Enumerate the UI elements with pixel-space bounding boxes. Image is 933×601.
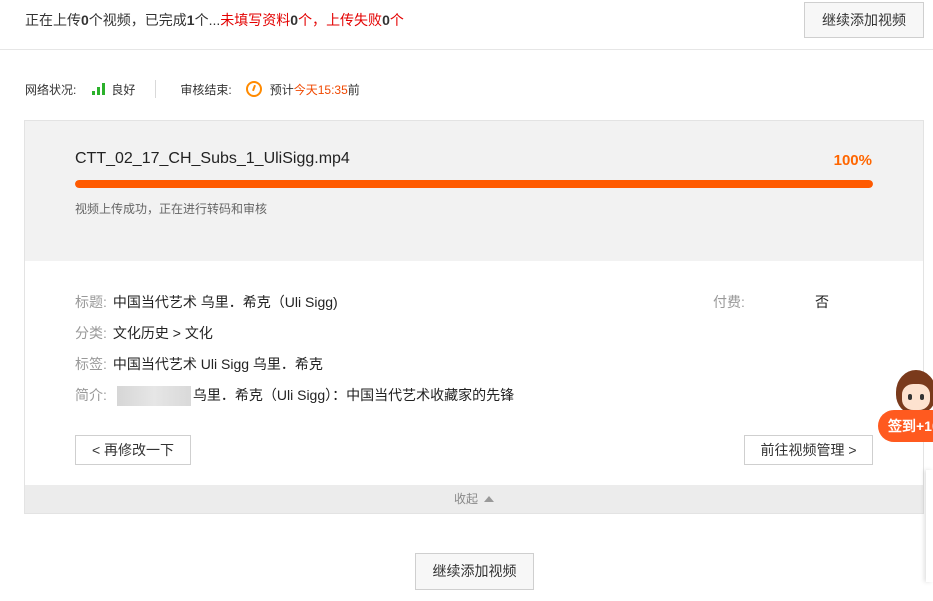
upload-card: CTT_02_17_CH_Subs_1_UliSigg.mp4 100% 视频上… <box>24 120 924 514</box>
network-value: 良好 <box>111 82 136 97</box>
network-status-row: 网络状况: 良好 审核结束: 预计 今天15:35 前 <box>25 79 360 99</box>
add-video-button-top[interactable]: 继续添加视频 <box>804 2 924 38</box>
progress-fill <box>75 180 873 188</box>
tags-value: 中国当代艺术 Uli Sigg 乌里．希克 <box>112 356 323 372</box>
edit-again-button[interactable]: < 再修改一下 <box>75 435 191 465</box>
progress-bar <box>75 180 873 188</box>
failed-link[interactable]: 上传失败 <box>326 12 382 28</box>
progress-percent: 100% <box>833 152 872 169</box>
file-name: CTT_02_17_CH_Subs_1_UliSigg.mp4 <box>75 150 350 167</box>
mascot-eye <box>908 394 912 400</box>
fee-value: 否 <box>815 294 829 310</box>
mascot-face <box>902 384 930 410</box>
uploading-count: 0 <box>81 12 89 28</box>
tags-label: 标签: <box>75 356 107 372</box>
signin-widget[interactable]: 签到+10 <box>878 370 933 446</box>
title-label: 标题: <box>75 294 107 310</box>
category-value: 文化历史 > 文化 <box>112 325 213 341</box>
review-label: 审核结束: <box>180 82 232 97</box>
summary-text: 个... <box>194 12 221 28</box>
review-prefix: 预计 <box>269 82 294 97</box>
collapse-toggle[interactable]: 收起 <box>25 485 923 513</box>
title-value: 中国当代艺术 乌里．希克（Uli Sigg) <box>112 294 338 310</box>
add-video-button-bottom[interactable]: 继续添加视频 <box>415 553 534 590</box>
done-count: 1 <box>186 12 195 28</box>
missing-count: 0 <box>290 12 299 28</box>
summary-text: 个 <box>389 12 404 28</box>
collapse-label: 收起 <box>453 492 478 506</box>
desc-label: 简介: <box>75 387 107 403</box>
upload-summary: 正在上传0个视频，已完成1个...未填写资料0个，上传失败0个 <box>25 10 404 30</box>
review-time: 今天15:35 <box>293 82 348 97</box>
info-tags-row: 标签: 中国当代艺术 Uli Sigg 乌里．希克 <box>75 354 323 374</box>
caret-up-icon <box>484 496 494 502</box>
info-category-row: 分类: 文化历史 > 文化 <box>75 323 213 343</box>
upload-header: 正在上传0个视频，已完成1个...未填写资料0个，上传失败0个 继续添加视频 <box>0 0 933 50</box>
redacted-text <box>116 386 191 407</box>
fee-label: 付费: <box>713 294 745 310</box>
summary-text: 个视频，已完成 <box>88 12 187 28</box>
summary-text: 个， <box>298 12 327 28</box>
info-desc-row: 简介: 乌里．希克（Uli Sigg）：中国当代艺术收藏家的先锋 <box>75 385 515 407</box>
missing-info-link[interactable]: 未填写资料 <box>220 12 290 28</box>
review-suffix: 前 <box>347 82 360 97</box>
signin-button[interactable]: 签到+10 <box>878 410 933 442</box>
clock-icon <box>245 81 262 97</box>
info-title-row: 标题: 中国当代艺术 乌里．希克（Uli Sigg) <box>75 292 338 312</box>
summary-text: 正在上传 <box>25 12 81 28</box>
divider <box>155 80 157 98</box>
category-label: 分类: <box>75 325 107 341</box>
video-management-button[interactable]: 前往视频管理 > <box>744 435 873 465</box>
network-label: 网络状况: <box>25 82 77 97</box>
failed-count: 0 <box>382 12 390 28</box>
desc-value: 乌里．希克（Uli Sigg）：中国当代艺术收藏家的先锋 <box>192 387 515 403</box>
upload-progress-panel: CTT_02_17_CH_Subs_1_UliSigg.mp4 100% 视频上… <box>25 121 923 261</box>
mascot-eye <box>920 394 924 400</box>
signal-icon <box>92 83 106 95</box>
upload-status-message: 视频上传成功，正在进行转码和审核 <box>75 202 268 216</box>
side-panel-edge <box>926 470 933 582</box>
